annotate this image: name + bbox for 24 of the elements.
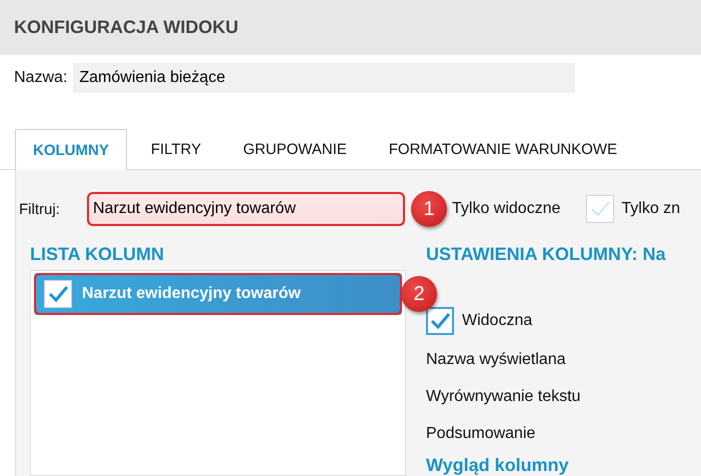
checkbox[interactable] bbox=[586, 195, 614, 223]
callout-badge: 2 bbox=[401, 276, 437, 312]
checkbox-label: Widoczna bbox=[462, 312, 532, 330]
option-label: Tylko widoczne bbox=[452, 200, 560, 218]
tab[interactable]: GRUPOWANIE bbox=[225, 129, 365, 169]
window-title: KONFIGURACJA WIDOKU bbox=[14, 17, 238, 38]
section-heading: USTAWIENIA KOLUMNY: Na bbox=[426, 244, 666, 266]
check-icon bbox=[429, 310, 451, 332]
field-label: Podsumowanie bbox=[426, 424, 536, 444]
option-label: Tylko zn bbox=[622, 200, 680, 218]
tab[interactable]: KOLUMNY bbox=[15, 129, 127, 170]
checkbox[interactable] bbox=[44, 280, 72, 308]
checkbox[interactable] bbox=[426, 307, 454, 335]
callout-badge: 1 bbox=[411, 191, 447, 227]
check-icon bbox=[47, 283, 69, 305]
field-label: Nazwa: bbox=[14, 69, 68, 87]
tab[interactable]: FILTRY bbox=[132, 129, 220, 169]
section-heading: Wygląd kolumny bbox=[426, 455, 570, 476]
name-field[interactable]: Zamówienia bieżące bbox=[73, 63, 576, 93]
field-label: Nazwa wyświetlana bbox=[426, 350, 567, 370]
section-heading: LISTA KOLUMN bbox=[30, 244, 165, 266]
tab[interactable]: FORMATOWANIE WARUNKOWE bbox=[370, 129, 636, 169]
field-label: Wyrównywanie tekstu bbox=[426, 387, 582, 407]
field-label: Filtruj: bbox=[19, 200, 61, 218]
